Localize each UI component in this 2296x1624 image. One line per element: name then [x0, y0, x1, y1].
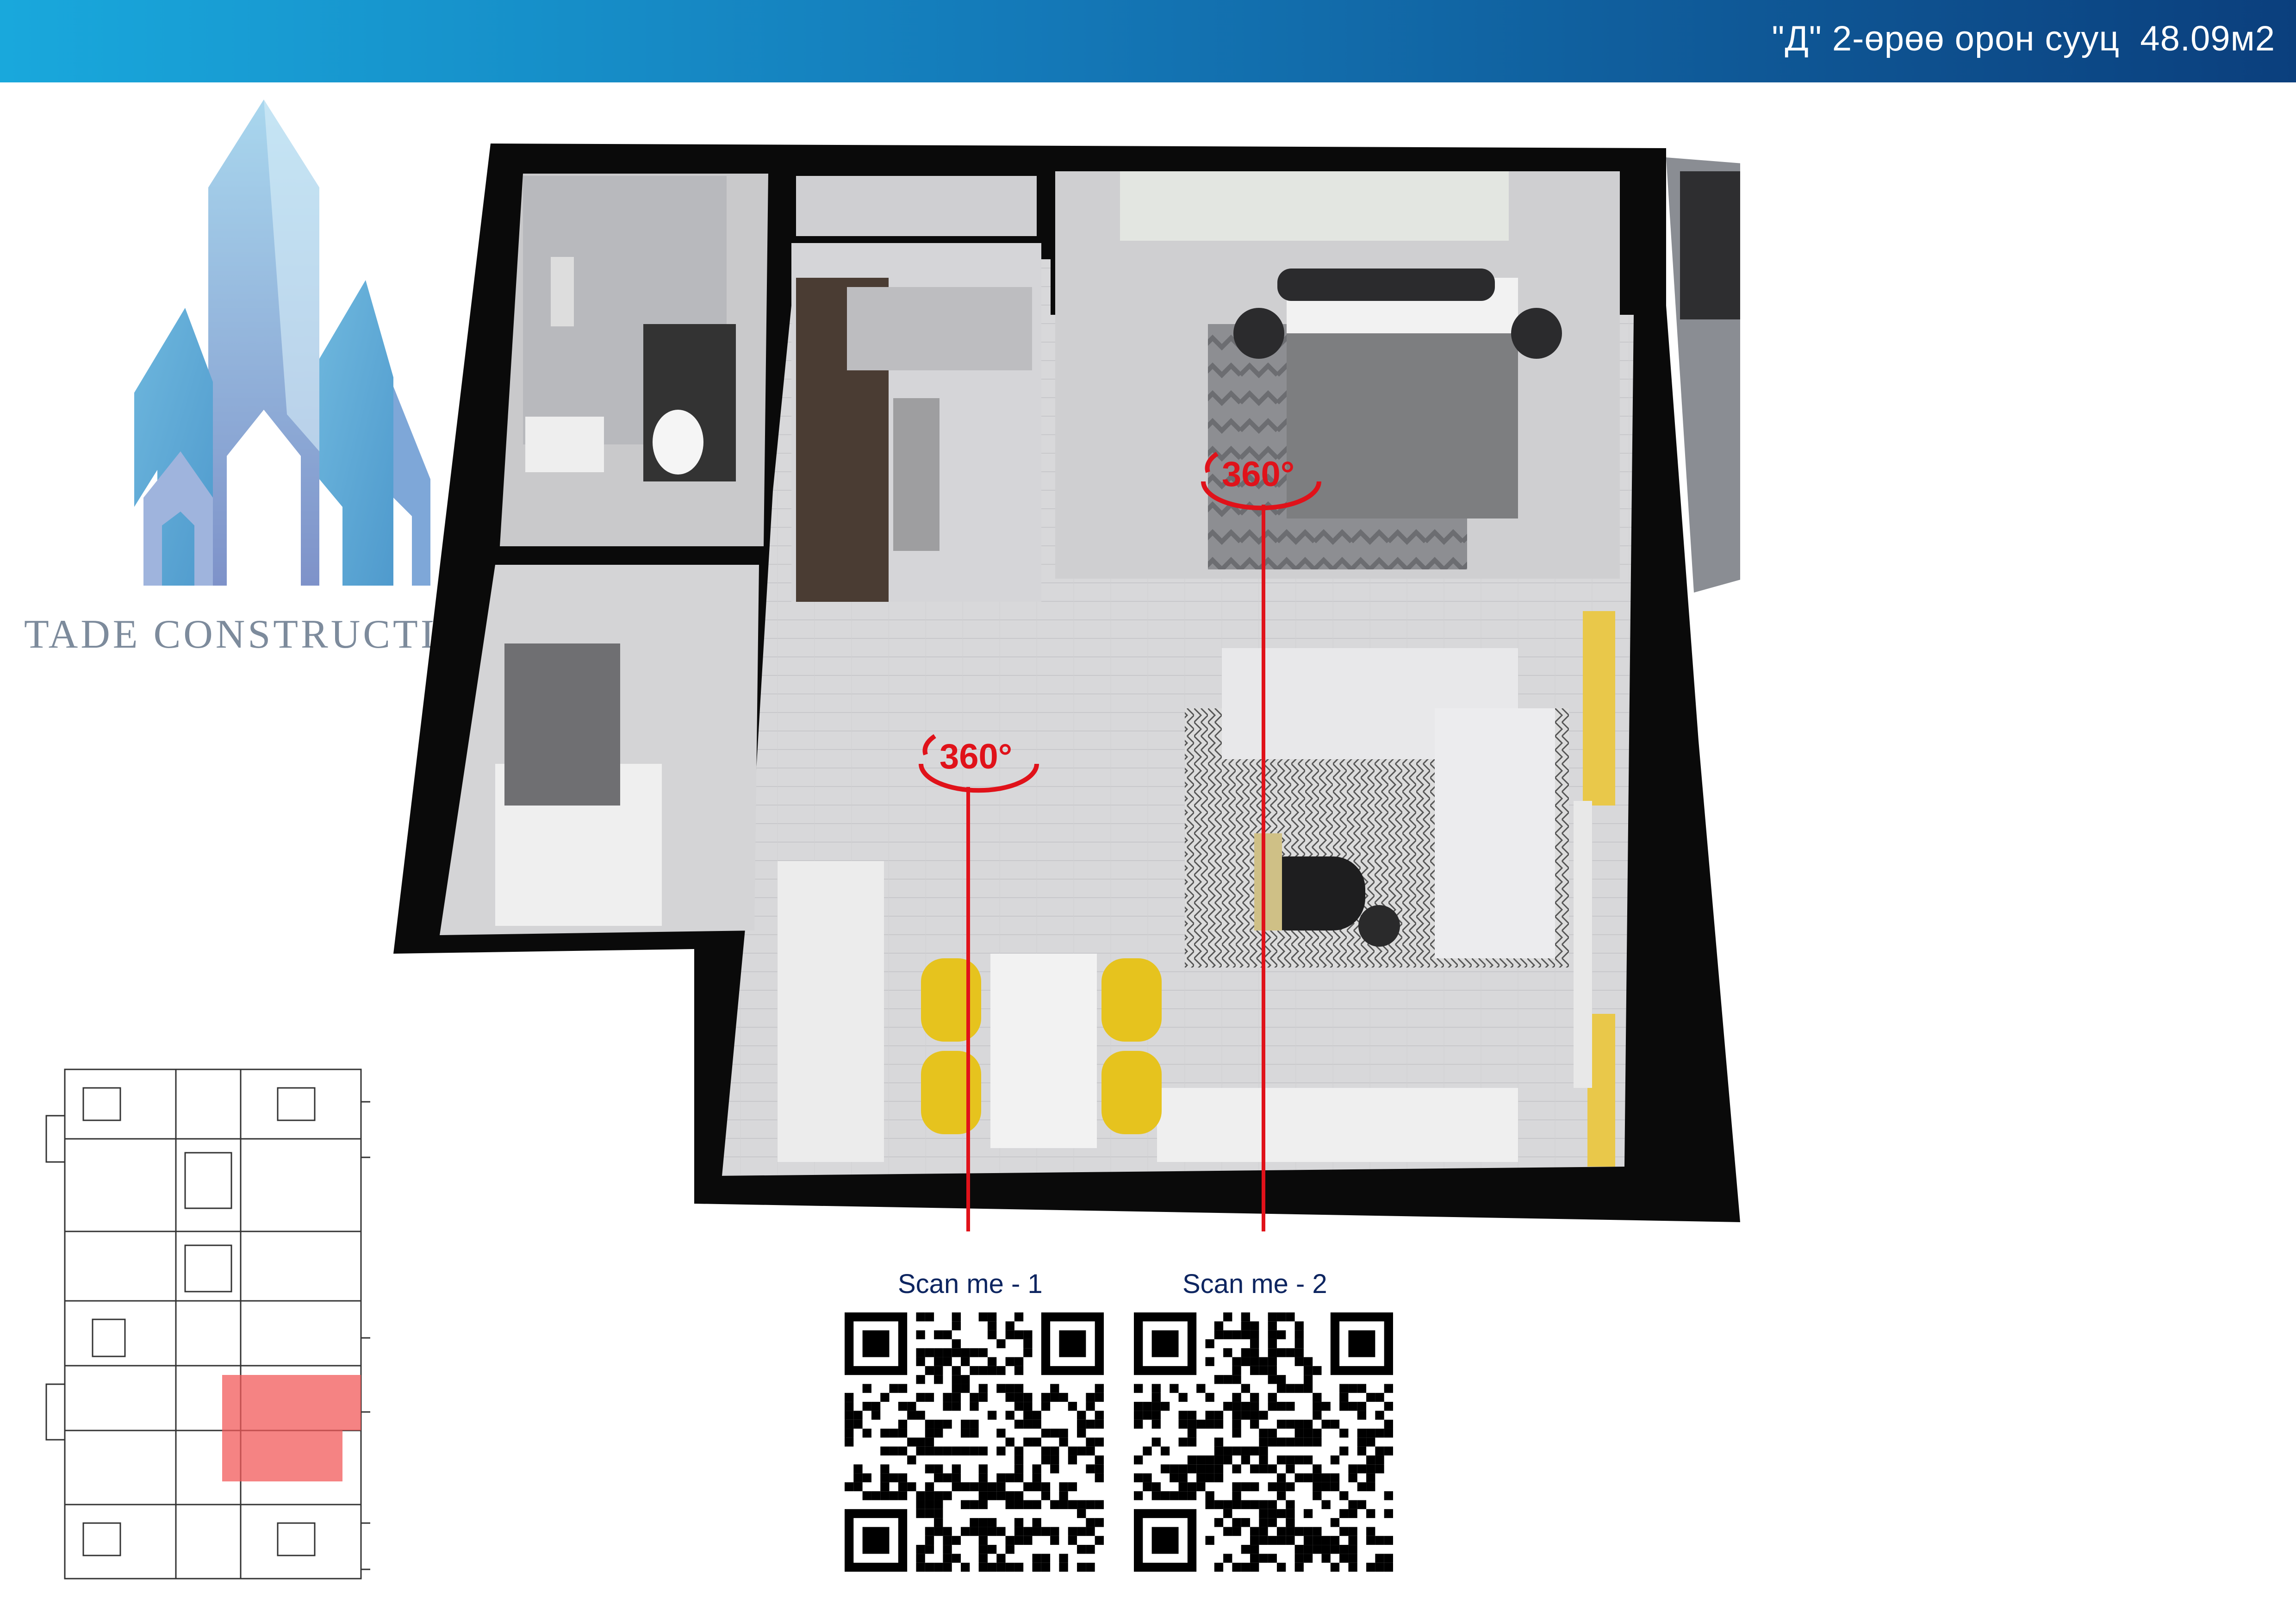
qr-code-1[interactable] — [845, 1312, 1104, 1572]
qr-code-2[interactable] — [1134, 1312, 1393, 1572]
header-bar: "Д" 2-өрөө орон сууц 48.09м2 — [0, 0, 2296, 82]
panorama-marker-1-label: 360° — [940, 737, 1012, 776]
scan-label-1: Scan me - 1 — [898, 1269, 1043, 1299]
floor-plan-render: 360° 360° — [393, 144, 1740, 1231]
highlighted-unit — [222, 1375, 361, 1481]
page-title: "Д" 2-өрөө орон сууц 48.09м2 — [1772, 19, 2275, 58]
scan-label-2: Scan me - 2 — [1182, 1269, 1327, 1299]
building-floor-plan-thumbnail — [45, 1068, 370, 1580]
panorama-marker-2-label: 360° — [1222, 455, 1294, 494]
company-name: TADE CONSTRUCTION — [24, 612, 441, 657]
